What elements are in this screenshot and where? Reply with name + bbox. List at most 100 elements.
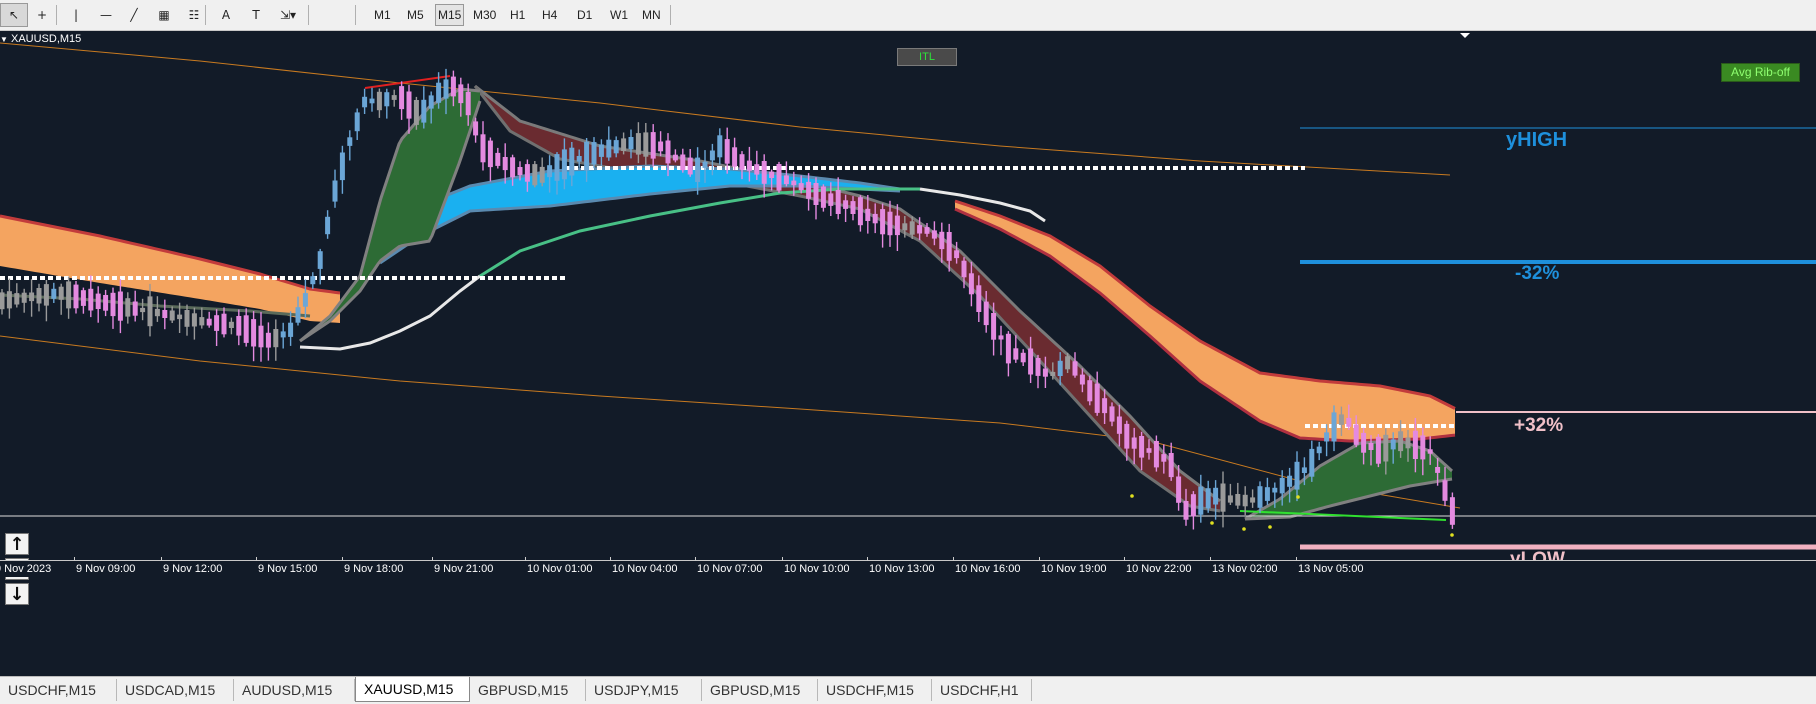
candle-body bbox=[1250, 497, 1256, 503]
time-axis-tick bbox=[74, 557, 75, 561]
avg-rib-off-button[interactable]: Avg Rib-off bbox=[1721, 63, 1800, 82]
candle-body bbox=[1412, 430, 1418, 459]
candle-body bbox=[154, 308, 160, 317]
candle-body bbox=[872, 213, 878, 224]
candle-body bbox=[880, 209, 886, 235]
horizontal-line-icon[interactable]: — bbox=[92, 3, 120, 27]
fractal-marker bbox=[1130, 494, 1134, 498]
crosshair-icon[interactable]: + bbox=[28, 3, 56, 27]
candle-body bbox=[332, 180, 338, 202]
tab-gbpusd-m15[interactable]: GBPUSD,M15 bbox=[702, 679, 818, 701]
candle-body bbox=[746, 160, 752, 171]
timeframe-m15-button[interactable]: M15 bbox=[435, 4, 465, 26]
candle-body bbox=[354, 112, 360, 132]
candle-body bbox=[132, 301, 138, 316]
candle-body bbox=[214, 315, 220, 331]
tab-gbpusd-m15[interactable]: GBPUSD,M15 bbox=[470, 679, 586, 701]
candle-body bbox=[739, 154, 745, 170]
candle-body bbox=[1331, 412, 1337, 442]
timeframe-m1-button[interactable]: M1 bbox=[372, 4, 393, 26]
candle-body bbox=[1383, 434, 1389, 462]
scroll-up-icon[interactable]: ↑ bbox=[5, 533, 29, 555]
tab-usdjpy-m15[interactable]: USDJPY,M15 bbox=[586, 679, 702, 701]
candle-body bbox=[968, 273, 974, 295]
candle-body bbox=[1094, 383, 1100, 413]
candle-body bbox=[1176, 476, 1182, 503]
collapse-triangle-icon[interactable]: ▼ bbox=[0, 35, 8, 44]
time-axis-label: 9 Nov 09:00 bbox=[76, 563, 136, 575]
time-axis-tick bbox=[1210, 557, 1211, 561]
candle-body bbox=[66, 281, 72, 309]
tab-usdchf-h1[interactable]: USDCHF,H1 bbox=[932, 679, 1032, 701]
ylow-label: yLOW bbox=[1510, 549, 1565, 560]
candle-body bbox=[280, 331, 286, 338]
candle-body bbox=[1264, 487, 1270, 501]
time-axis-label: 9 Nov 12:00 bbox=[163, 563, 223, 575]
toolbar: ↖ + | — ╱ ▦ ☷ A T ⇲▾ M1 M5 M15 M30 H1 H4 D1 W1 MN bbox=[0, 0, 1816, 31]
candle-body bbox=[473, 121, 479, 136]
text-icon[interactable]: A bbox=[212, 3, 240, 27]
equidistant-channel-icon[interactable]: ▦ bbox=[150, 3, 178, 27]
candle-body bbox=[991, 313, 997, 340]
candle-body bbox=[1420, 435, 1426, 460]
time-axis-tick bbox=[1124, 557, 1125, 561]
timeframe-h1-button[interactable]: H1 bbox=[508, 4, 527, 26]
text-label-icon[interactable]: T bbox=[242, 3, 270, 27]
timeframe-m30-button[interactable]: M30 bbox=[471, 4, 498, 26]
candle-body bbox=[191, 313, 197, 327]
candle-body bbox=[510, 157, 516, 178]
candle-body bbox=[820, 186, 826, 208]
timeframe-h4-button[interactable]: H4 bbox=[540, 4, 559, 26]
fibonacci-icon[interactable]: ☷ bbox=[180, 3, 208, 27]
timeframe-w1-button[interactable]: W1 bbox=[608, 4, 630, 26]
candle-body bbox=[798, 183, 804, 191]
itl-button[interactable]: ITL bbox=[897, 48, 957, 66]
tab-xauusd-m15[interactable]: XAUUSD,M15 bbox=[355, 677, 470, 702]
candle-body bbox=[1361, 432, 1367, 453]
cursor-arrow-icon[interactable]: ↖ bbox=[0, 3, 28, 27]
candle-body bbox=[769, 171, 775, 178]
fractal-marker bbox=[1268, 525, 1272, 529]
time-axis-tick bbox=[342, 557, 343, 561]
candle-body bbox=[783, 175, 789, 185]
candle-body bbox=[931, 230, 937, 239]
tab-usdchf-m15[interactable]: USDCHF,M15 bbox=[0, 679, 117, 701]
candle-body bbox=[21, 292, 27, 303]
candle-body bbox=[1279, 477, 1285, 494]
timeframe-m5-button[interactable]: M5 bbox=[405, 4, 426, 26]
timeframe-mn-button[interactable]: MN bbox=[640, 4, 663, 26]
tab-audusd-m15[interactable]: AUDUSD,M15 bbox=[234, 679, 355, 701]
price-chart[interactable]: ▼ XAUUSD,M15 ITL Avg Rib-off yHIGH -32% … bbox=[0, 31, 1816, 676]
candle-body bbox=[1442, 480, 1448, 501]
tab-usdchf-m15[interactable]: USDCHF,M15 bbox=[818, 679, 932, 701]
candle-body bbox=[665, 140, 671, 164]
candle-body bbox=[791, 180, 797, 186]
time-axis-label: 10 Nov 10:00 bbox=[784, 563, 850, 575]
time-axis-tick bbox=[525, 557, 526, 561]
candle-body bbox=[1028, 348, 1034, 375]
candle-body bbox=[754, 164, 760, 175]
candle-body bbox=[465, 91, 471, 116]
candle-body bbox=[1190, 494, 1196, 517]
candle-body bbox=[1390, 439, 1396, 450]
vertical-line-icon[interactable]: | bbox=[62, 3, 90, 27]
candle-body bbox=[1213, 487, 1219, 505]
timeframe-d1-button[interactable]: D1 bbox=[575, 4, 594, 26]
candle-body bbox=[909, 221, 915, 235]
candle-body bbox=[243, 315, 249, 343]
candle-body bbox=[813, 183, 819, 205]
trendline-icon[interactable]: ╱ bbox=[120, 3, 148, 27]
chart-canvas[interactable] bbox=[0, 31, 1816, 676]
tab-usdcad-m15[interactable]: USDCAD,M15 bbox=[117, 679, 234, 701]
candle-body bbox=[1013, 348, 1019, 360]
fractal-marker bbox=[1210, 521, 1214, 525]
candle-body bbox=[162, 310, 168, 318]
candle-body bbox=[1102, 398, 1108, 414]
time-axis-tick bbox=[161, 557, 162, 561]
candle-body bbox=[539, 166, 545, 183]
toolbar-separator bbox=[205, 5, 206, 25]
scroll-down-icon[interactable]: ↓ bbox=[5, 583, 29, 605]
toolbar-separator bbox=[670, 5, 671, 25]
candle-body bbox=[140, 307, 146, 313]
shapes-icon[interactable]: ⇲▾ bbox=[274, 3, 302, 27]
